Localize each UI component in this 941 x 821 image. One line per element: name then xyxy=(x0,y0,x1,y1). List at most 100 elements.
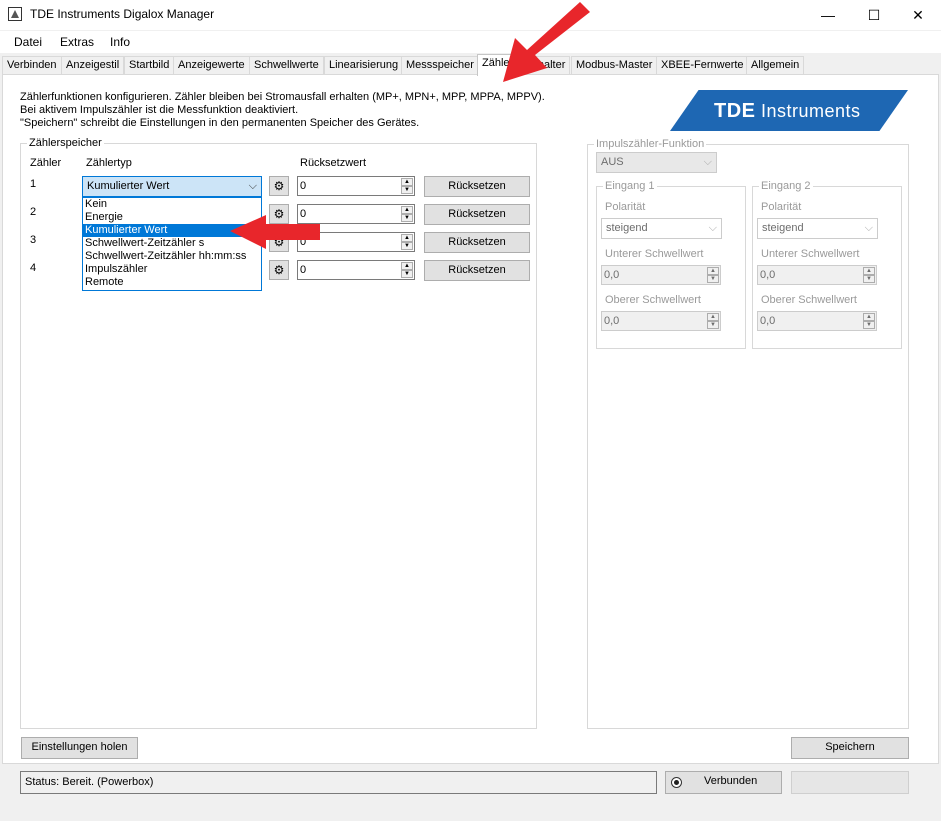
spin-down-icon[interactable]: ▼ xyxy=(707,321,719,329)
window-title: TDE Instruments Digalox Manager xyxy=(30,7,215,21)
input-1-upper-value: 0,0 xyxy=(604,315,620,327)
connected-label: Verbunden xyxy=(704,775,758,787)
reset-button-3[interactable]: Rücksetzen xyxy=(424,232,530,253)
menu-bar xyxy=(0,31,941,53)
input-2-polarity-label: Polarität xyxy=(761,201,802,213)
pulse-function-select[interactable]: AUS ⌵ xyxy=(596,152,717,173)
column-type: Zählertyp xyxy=(86,157,132,169)
input-2-polarity-value: steigend xyxy=(762,222,804,234)
spinner[interactable]: ▲ ▼ xyxy=(863,313,875,329)
input-1-upper-label: Oberer Schwellwert xyxy=(605,294,701,306)
maximize-button[interactable]: ☐ xyxy=(851,0,897,30)
spinner[interactable]: ▲ ▼ xyxy=(863,267,875,283)
status-field: Status: Bereit. (Powerbox) xyxy=(20,771,657,794)
tab-anzeigestil[interactable]: Anzeigestil xyxy=(61,56,125,74)
connected-indicator[interactable]: Verbunden xyxy=(665,771,782,794)
counter-type-select-1[interactable]: Kumulierter Wert ⌵ xyxy=(82,176,262,197)
input-2-lower-value: 0,0 xyxy=(760,269,776,281)
input-2-upper-input[interactable]: 0,0 ▲ ▼ xyxy=(757,311,877,331)
spin-down-icon[interactable]: ▼ xyxy=(401,186,413,194)
menu-datei[interactable]: Datei xyxy=(14,35,42,49)
spin-down-icon[interactable]: ▼ xyxy=(707,275,719,283)
input-2-lower-input[interactable]: 0,0 ▲ ▼ xyxy=(757,265,877,285)
gear-icon[interactable]: ⚙ xyxy=(269,260,289,280)
option-remote[interactable]: Remote xyxy=(83,276,261,289)
option-impulszaehler[interactable]: Impulszähler xyxy=(83,263,261,276)
spin-down-icon[interactable]: ▼ xyxy=(401,242,413,250)
counter-number-3: 3 xyxy=(30,234,37,246)
annotation-arrow-tab xyxy=(503,2,590,82)
column-counter: Zähler xyxy=(30,157,62,169)
spin-up-icon[interactable]: ▲ xyxy=(401,206,413,214)
input-1-upper-input[interactable]: 0,0 ▲ ▼ xyxy=(601,311,721,331)
spin-down-icon[interactable]: ▼ xyxy=(401,270,413,278)
input-2-upper-label: Oberer Schwellwert xyxy=(761,294,857,306)
reset-value-input-4[interactable]: 0 ▲ ▼ xyxy=(297,260,415,280)
input-1-lower-label: Unterer Schwellwert xyxy=(605,248,704,260)
spinner[interactable]: ▲ ▼ xyxy=(707,267,719,283)
pulse-counter-label: Impulszähler-Funktion xyxy=(594,138,707,150)
annotation-arrow-option xyxy=(230,215,320,249)
tab-linearisierung[interactable]: Linearisierung xyxy=(324,56,404,74)
reset-value-4: 0 xyxy=(300,264,307,276)
spin-up-icon[interactable]: ▲ xyxy=(401,234,413,242)
input-1-lower-value: 0,0 xyxy=(604,269,620,281)
spin-up-icon[interactable]: ▲ xyxy=(863,313,875,321)
reset-value-input-1[interactable]: 0 ▲ ▼ xyxy=(297,176,415,196)
spinner[interactable]: ▲ ▼ xyxy=(401,178,413,194)
extra-status-button[interactable] xyxy=(791,771,909,794)
spin-up-icon[interactable]: ▲ xyxy=(863,267,875,275)
reset-button-2[interactable]: Rücksetzen xyxy=(424,204,530,225)
spinner[interactable]: ▲ ▼ xyxy=(401,206,413,222)
input-2-label: Eingang 2 xyxy=(759,180,813,192)
option-schwellwert-zeitzaehler-hhmmss[interactable]: Schwellwert-Zeitzähler hh:mm:ss xyxy=(83,250,261,263)
info-line-3: "Speichern" schreibt die Einstellungen i… xyxy=(20,117,420,129)
input-2-upper-value: 0,0 xyxy=(760,315,776,327)
gear-icon[interactable]: ⚙ xyxy=(269,176,289,196)
tab-verbinden[interactable]: Verbinden xyxy=(2,56,62,74)
minimize-button[interactable]: — xyxy=(805,0,851,30)
close-button[interactable]: ✕ xyxy=(895,0,941,30)
counter-number-1: 1 xyxy=(30,178,37,190)
spin-down-icon[interactable]: ▼ xyxy=(863,321,875,329)
input-1-lower-input[interactable]: 0,0 ▲ ▼ xyxy=(601,265,721,285)
spin-down-icon[interactable]: ▼ xyxy=(863,275,875,283)
logo-text: TDE Instruments xyxy=(714,100,861,122)
input-1-polarity-label: Polarität xyxy=(605,201,646,213)
spin-up-icon[interactable]: ▲ xyxy=(401,178,413,186)
save-button[interactable]: Speichern xyxy=(791,737,909,759)
menu-extras[interactable]: Extras xyxy=(60,35,94,49)
spin-up-icon[interactable]: ▲ xyxy=(707,313,719,321)
menu-info[interactable]: Info xyxy=(110,35,130,49)
info-line-1: Zählerfunktionen konfigurieren. Zähler b… xyxy=(20,91,545,103)
chevron-down-icon: ⌵ xyxy=(708,222,717,234)
counter-number-4: 4 xyxy=(30,262,37,274)
chevron-down-icon: ⌵ xyxy=(703,156,712,168)
spin-up-icon[interactable]: ▲ xyxy=(401,262,413,270)
spinner[interactable]: ▲ ▼ xyxy=(401,262,413,278)
counter-type-value-1: Kumulierter Wert xyxy=(87,180,170,192)
spinner[interactable]: ▲ ▼ xyxy=(707,313,719,329)
tab-allgemein[interactable]: Allgemein xyxy=(746,56,805,74)
input-1-label: Eingang 1 xyxy=(603,180,657,192)
reset-button-1[interactable]: Rücksetzen xyxy=(424,176,530,197)
tab-startbild[interactable]: Startbild xyxy=(124,56,175,74)
pulse-function-value: AUS xyxy=(601,156,624,168)
reset-button-4[interactable]: Rücksetzen xyxy=(424,260,530,281)
load-settings-button[interactable]: Einstellungen holen xyxy=(21,737,138,759)
option-kein[interactable]: Kein xyxy=(83,198,261,211)
input-1-polarity-select[interactable]: steigend ⌵ xyxy=(601,218,722,239)
tab-anzeigewerte[interactable]: Anzeigewerte xyxy=(173,56,250,74)
tab-messspeicher[interactable]: Messspeicher xyxy=(401,56,479,74)
spin-up-icon[interactable]: ▲ xyxy=(707,267,719,275)
app-icon xyxy=(8,7,22,21)
counter-number-2: 2 xyxy=(30,206,37,218)
spinner[interactable]: ▲ ▼ xyxy=(401,234,413,250)
tab-xbee-fernwerte[interactable]: XBEE-Fernwerte xyxy=(656,56,749,74)
column-reset-value: Rücksetzwert xyxy=(300,157,367,169)
spin-down-icon[interactable]: ▼ xyxy=(401,214,413,222)
input-2-polarity-select[interactable]: steigend ⌵ xyxy=(757,218,878,239)
radio-icon xyxy=(671,777,682,788)
chevron-down-icon: ⌵ xyxy=(864,222,873,234)
tab-schwellwerte[interactable]: Schwellwerte xyxy=(249,56,324,74)
